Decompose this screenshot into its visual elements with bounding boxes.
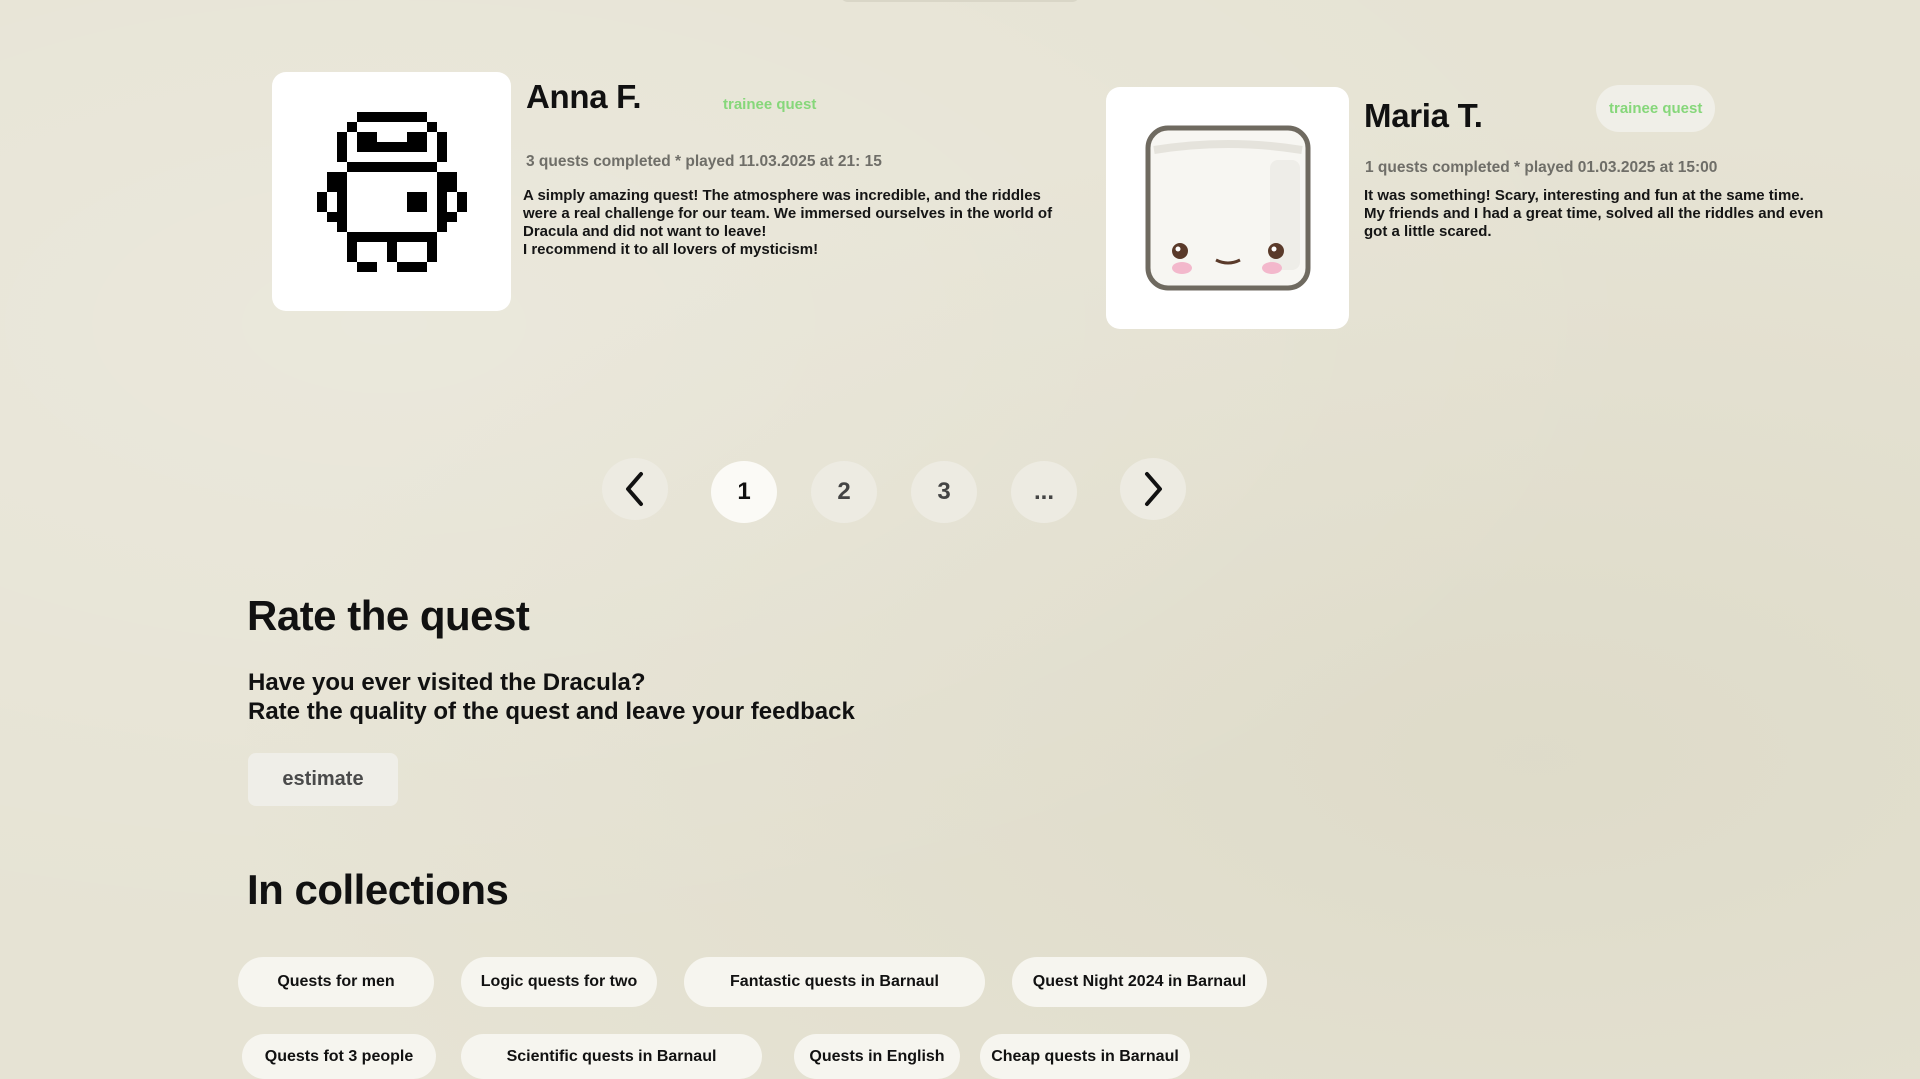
prev-page-button[interactable] bbox=[602, 458, 668, 520]
collection-chip[interactable]: Quests for men bbox=[238, 957, 434, 1007]
collections-title: In collections bbox=[247, 866, 509, 913]
pixel-robot-avatar bbox=[272, 72, 511, 311]
collection-chip[interactable]: Fantastic quests in Barnaul bbox=[684, 957, 985, 1007]
reviewer-name: Anna F. bbox=[526, 78, 642, 115]
reviewer-name: Maria T. bbox=[1364, 97, 1483, 134]
collection-chip[interactable]: Quests in English bbox=[794, 1034, 960, 1079]
next-page-button[interactable] bbox=[1120, 458, 1186, 520]
top-panel-edge bbox=[840, 0, 1080, 2]
rate-description: Have you ever visited the Dracula? Rate … bbox=[248, 668, 855, 726]
reviewer-badge: trainee quest bbox=[1596, 85, 1716, 132]
collection-chip[interactable]: Quests fot 3 people bbox=[242, 1034, 436, 1079]
page-button-2[interactable]: 2 bbox=[811, 461, 877, 523]
rate-instruction: Rate the quality of the quest and leave … bbox=[248, 698, 855, 725]
page-button-3[interactable]: 3 bbox=[911, 461, 977, 523]
rate-question: Have you ever visited the Dracula? bbox=[248, 669, 646, 696]
collection-chip[interactable]: Logic quests for two bbox=[461, 957, 657, 1007]
page-button-more[interactable]: ... bbox=[1011, 461, 1077, 523]
review-text: It was something! Scary, interesting and… bbox=[1364, 187, 1824, 240]
rate-section-title: Rate the quest bbox=[247, 592, 530, 639]
collection-chip[interactable]: Scientific quests in Barnaul bbox=[461, 1034, 762, 1079]
marshmallow-avatar bbox=[1106, 87, 1349, 329]
collection-chip[interactable]: Quest Night 2024 in Barnaul bbox=[1012, 957, 1267, 1007]
chevron-right-icon bbox=[1145, 472, 1162, 506]
page-button-1[interactable]: 1 bbox=[711, 461, 777, 523]
reviewer-badge: trainee quest bbox=[723, 96, 817, 113]
review-meta: 3 quests completed * played 11.03.2025 a… bbox=[526, 153, 882, 170]
collection-chip[interactable]: Cheap quests in Barnaul bbox=[980, 1034, 1190, 1079]
estimate-button[interactable]: estimate bbox=[248, 753, 398, 806]
review-text: A simply amazing quest! The atmosphere w… bbox=[523, 187, 1053, 258]
review-meta: 1 quests completed * played 01.03.2025 a… bbox=[1365, 159, 1718, 176]
chevron-left-icon bbox=[626, 472, 643, 506]
